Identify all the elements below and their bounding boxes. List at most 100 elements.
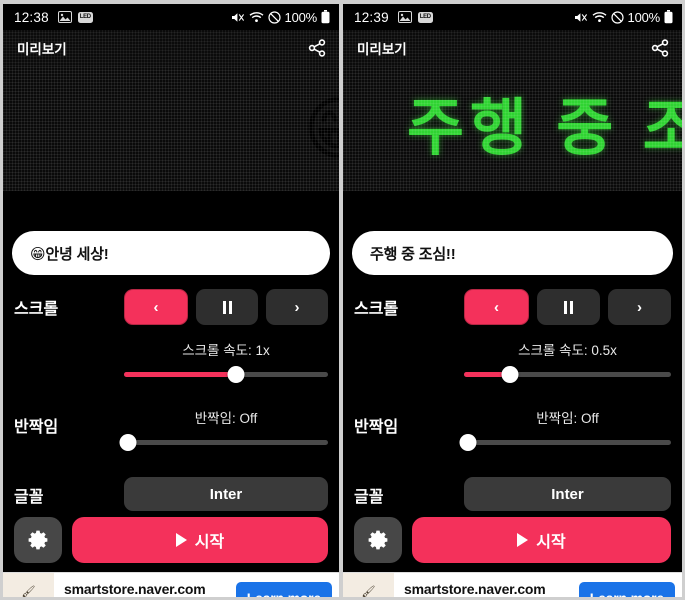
start-button[interactable]: 시작: [72, 517, 328, 563]
slider-track: [124, 439, 328, 445]
battery-full-icon: [321, 10, 330, 24]
dual-screenshot-comparison: 12:38 LED 100% 미리보기 😁안녕 세상! 스크롤 ‹ › 스크롤 …: [0, 0, 685, 600]
battery-percent-label: 100%: [627, 9, 661, 25]
status-bar: 12:39 LED 100%: [343, 4, 682, 30]
slider-thumb[interactable]: [119, 433, 137, 451]
scroll-speed-caption: 스크롤 속도: 1x: [182, 343, 270, 358]
scroll-left-button[interactable]: ‹: [464, 289, 529, 325]
mute-icon: [574, 11, 588, 24]
gallery-icon: [57, 11, 72, 23]
app-bar-actions: [307, 38, 327, 58]
blink-slider[interactable]: [119, 433, 328, 451]
scroll-right-button[interactable]: ›: [266, 289, 328, 325]
scroll-pause-button[interactable]: [537, 289, 600, 325]
scroll-right-button[interactable]: ›: [608, 289, 671, 325]
slider-thumb[interactable]: [227, 365, 245, 383]
slider-track: [464, 439, 671, 445]
settings-button[interactable]: [354, 517, 402, 563]
start-button[interactable]: 시작: [412, 517, 671, 563]
bottom-action-bar: 시작: [3, 511, 339, 572]
status-bar-notification-icons: LED: [397, 11, 433, 23]
scroll-control-body: ‹ › 스크롤 속도: 1x: [124, 289, 328, 383]
scroll-label: 스크롤: [14, 301, 59, 318]
slider-thumb[interactable]: [459, 433, 477, 451]
ad-banner[interactable]: 🖌 안데르센 smartstore.naver.com SMARTSTORE.N…: [3, 572, 339, 598]
pause-icon: [222, 300, 232, 314]
status-bar-clock: 12:38: [14, 9, 49, 25]
app-bar-actions: [650, 38, 670, 58]
chevron-right-icon: ›: [294, 298, 300, 316]
led-badge-icon: LED: [417, 11, 433, 23]
ad-text-block: smartstore.naver.com SMARTSTORE.NAVER.CO…: [54, 581, 236, 597]
app-bar: 미리보기: [343, 30, 682, 66]
wifi-icon: [249, 11, 264, 23]
font-select-button[interactable]: Inter: [464, 477, 671, 511]
scroll-direction-group: ‹ ›: [124, 289, 328, 325]
font-label: 글꼴: [14, 489, 44, 506]
scroll-control-row: 스크롤 ‹ › 스크롤 속도: 1x: [14, 289, 328, 383]
controls-panel: 스크롤 ‹ › 스크롤 속도: 1x 반짝임 반짝임: Off 글꼴 Inter: [3, 275, 339, 511]
scroll-left-button[interactable]: ‹: [124, 289, 188, 325]
blink-caption: 반짝임: Off: [536, 411, 599, 426]
gear-icon: [367, 529, 389, 551]
status-bar-system-icons: 100%: [231, 10, 330, 25]
chevron-right-icon: ›: [637, 298, 642, 316]
status-bar-clock: 12:39: [354, 9, 389, 25]
font-control-row: 글꼴 Inter: [14, 477, 328, 511]
font-control-body: Inter: [124, 477, 328, 511]
bottom-action-bar: 시작: [343, 511, 682, 572]
led-preview-emoji: 😁: [303, 94, 339, 164]
message-input-row: 주행 중 조심!!: [343, 231, 682, 275]
message-input[interactable]: 😁안녕 세상!: [12, 231, 330, 275]
scroll-speed-slider[interactable]: [464, 365, 671, 383]
battery-percent-label: 100%: [284, 9, 318, 25]
ad-cta-button[interactable]: Learn more: [235, 582, 332, 597]
scroll-pause-button[interactable]: [196, 289, 258, 325]
status-bar-notification-icons: LED: [57, 11, 93, 23]
led-preview-canvas[interactable]: 😁: [3, 66, 339, 191]
blink-control-body: 반짝임: Off: [459, 407, 671, 451]
ad-title: smartstore.naver.com: [404, 581, 546, 598]
controls-panel: 스크롤 ‹ › 스크롤 속도: 0.5x 반짝임 반짝임: Off 글꼴 Int…: [343, 275, 682, 511]
wifi-icon: [592, 11, 607, 23]
start-button-label: 시작: [194, 534, 225, 551]
play-icon: [517, 533, 529, 547]
font-select-button[interactable]: Inter: [124, 477, 328, 511]
slider-thumb[interactable]: [501, 365, 519, 383]
blink-label: 반짝임: [14, 419, 59, 436]
scroll-speed-slider[interactable]: [124, 365, 328, 383]
font-control-row: 글꼴 Inter: [354, 477, 671, 511]
phone-screen-right: 12:39 LED 100% 미리보기 주행 중 조 주행 중 조심!! 스크롤…: [341, 0, 685, 600]
brush-icon: 🖌: [361, 585, 376, 598]
led-preview-canvas[interactable]: 주행 중 조: [343, 66, 682, 191]
gallery-icon: [397, 11, 412, 23]
page-title: 미리보기: [17, 42, 67, 57]
phone-screen-left: 12:38 LED 100% 미리보기 😁안녕 세상! 스크롤 ‹ › 스크롤 …: [0, 0, 341, 600]
scroll-direction-group: ‹ ›: [464, 289, 671, 325]
ad-thumbnail: 🖌 안데르센: [3, 572, 54, 598]
scroll-control-body: ‹ › 스크롤 속도: 0.5x: [464, 289, 671, 383]
brush-icon: 🖌: [21, 585, 36, 598]
slider-fill: [124, 371, 237, 377]
share-icon[interactable]: [307, 38, 327, 58]
status-bar-system-icons: 100%: [574, 10, 673, 25]
preview-spacer: [3, 191, 339, 231]
blink-control-row: 반짝임 반짝임: Off: [14, 407, 328, 451]
ad-cta-button[interactable]: Learn more: [578, 582, 675, 597]
preview-spacer: [343, 191, 682, 231]
scroll-speed-caption: 스크롤 속도: 0.5x: [518, 343, 617, 358]
led-preview-text: 주행 중 조: [407, 93, 682, 163]
start-button-label: 시작: [536, 534, 566, 551]
gear-icon: [27, 529, 49, 551]
blink-slider[interactable]: [459, 433, 671, 451]
led-badge-icon: LED: [77, 11, 93, 23]
message-input[interactable]: 주행 중 조심!!: [352, 231, 673, 275]
ad-banner[interactable]: 🖌 안데르센 smartstore.naver.com SMARTSTORE.N…: [343, 572, 682, 598]
font-label: 글꼴: [354, 489, 384, 506]
share-icon[interactable]: [650, 38, 670, 58]
blink-caption: 반짝임: Off: [194, 411, 258, 426]
scroll-control-row: 스크롤 ‹ › 스크롤 속도: 0.5x: [354, 289, 671, 383]
status-bar: 12:38 LED 100%: [3, 4, 339, 30]
chevron-left-icon: ‹: [494, 298, 499, 316]
settings-button[interactable]: [14, 517, 62, 563]
